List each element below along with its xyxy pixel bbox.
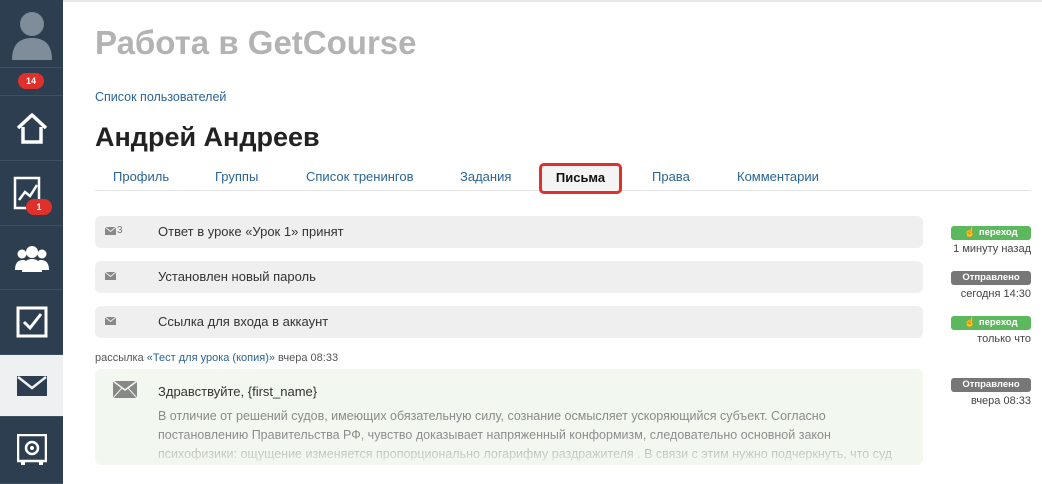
sidebar-profile-notifications[interactable]: 14	[0, 68, 63, 96]
sidebar-item-settings[interactable]	[0, 417, 63, 484]
status-time: только что	[977, 333, 1031, 345]
sidebar-item-tasks[interactable]	[0, 290, 63, 355]
status-badge[interactable]: ☝ переход	[951, 226, 1031, 240]
sidebar-item-analytics[interactable]: 1	[0, 161, 63, 226]
message-row[interactable]: Установлен новый пароль	[95, 261, 923, 293]
page-title: Работа в GetCourse	[95, 24, 417, 61]
status-time: 1 минуту назад	[953, 243, 1031, 255]
letter-status: Отправлено вчера 08:33	[951, 374, 1031, 407]
message-subject: Установлен новый пароль	[158, 269, 316, 284]
message-status: ☝ переход 1 минуту назад	[951, 222, 1031, 255]
message-subject: Ссылка для входа в аккаунт	[158, 314, 329, 329]
tab-letters[interactable]: Письма	[539, 163, 622, 194]
user-name-heading: Андрей Андреев	[95, 122, 320, 152]
letter-preview[interactable]: Здравствуйте, {first_name} В отличие от …	[95, 369, 923, 465]
status-time: сегодня 14:30	[960, 288, 1031, 300]
status-badge[interactable]: ☝ переход	[951, 316, 1031, 330]
message-row[interactable]: Ссылка для входа в аккаунт	[95, 306, 923, 338]
breadcrumb-users-list[interactable]: Список пользователей	[95, 90, 226, 104]
home-icon	[16, 113, 47, 144]
user-tabs: Профиль Группы Список тренингов Задания …	[95, 160, 1031, 194]
mailing-link[interactable]: «Тест для урока (копия)»	[147, 352, 275, 364]
envelope-icon	[113, 381, 137, 398]
envelope-icon	[105, 317, 116, 325]
tab-profile[interactable]: Профиль	[113, 169, 169, 184]
status-badge: Отправлено	[951, 271, 1031, 285]
mailing-caption: рассылка «Тест для урока (копия)» вчера …	[95, 352, 339, 364]
tab-trainings[interactable]: Список тренингов	[306, 169, 414, 184]
sidebar-profile[interactable]	[0, 0, 63, 68]
message-status: ☝ переход только что	[951, 312, 1031, 345]
top-divider	[63, 0, 1042, 2]
sidebar-item-mail[interactable]	[0, 355, 63, 417]
safe-icon	[16, 434, 47, 465]
tab-groups[interactable]: Группы	[215, 169, 258, 184]
message-row[interactable]: 3 Ответ в уроке «Урок 1» принят	[95, 216, 923, 248]
message-subject: Ответ в уроке «Урок 1» принят	[158, 224, 344, 239]
sidebar-item-home[interactable]	[0, 96, 63, 161]
pointer-icon: ☝	[964, 317, 979, 328]
tab-tasks[interactable]: Задания	[460, 169, 511, 184]
status-time: вчера 08:33	[970, 395, 1031, 407]
tab-comments[interactable]: Комментарии	[737, 169, 819, 184]
fade-overlay	[95, 435, 923, 465]
pointer-icon: ☝	[964, 227, 979, 238]
message-count: 3	[117, 225, 123, 236]
notifications-badge: 14	[18, 73, 44, 89]
envelope-icon	[105, 272, 116, 280]
user-avatar-icon	[11, 11, 52, 60]
letter-greeting: Здравствуйте, {first_name}	[158, 384, 318, 399]
analytics-badge: 1	[26, 199, 52, 215]
message-status: Отправлено сегодня 14:30	[951, 267, 1031, 300]
tab-rights[interactable]: Права	[652, 169, 690, 184]
checkbox-icon	[16, 306, 47, 338]
users-icon	[14, 245, 49, 272]
envelope-icon	[105, 227, 116, 235]
sidebar-item-users[interactable]	[0, 226, 63, 290]
sidebar: 14 1	[0, 0, 63, 484]
status-badge: Отправлено	[951, 378, 1031, 392]
envelope-icon	[16, 375, 47, 396]
